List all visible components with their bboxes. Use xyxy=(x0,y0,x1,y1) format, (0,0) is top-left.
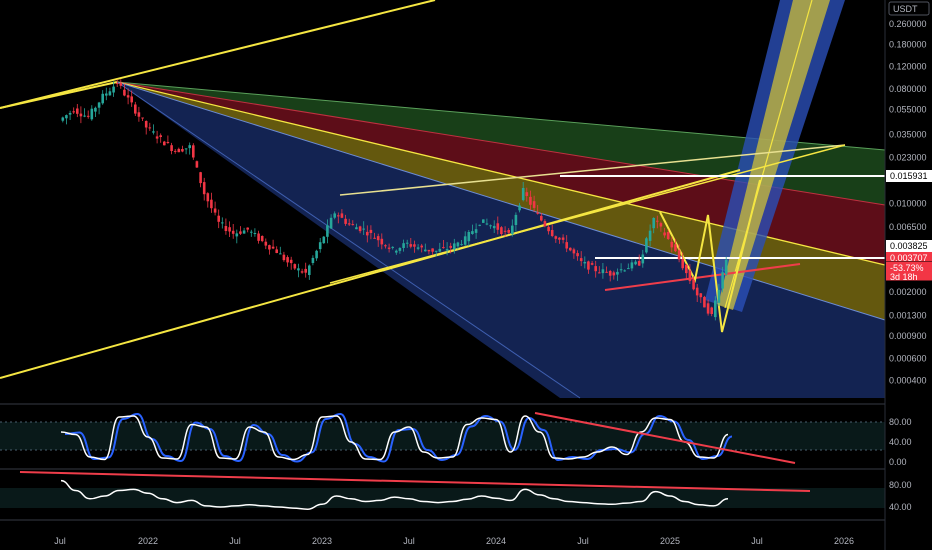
time-tick-6: Jul xyxy=(577,536,589,546)
currency-label: USDT xyxy=(893,4,918,14)
price-tag-0: 0.015931 xyxy=(890,171,928,181)
price-tick-10: 0.001300 xyxy=(889,311,927,321)
price-tick-2: 0.120000 xyxy=(889,62,927,72)
price-tick-1: 0.180000 xyxy=(889,39,927,49)
time-tick-3: 2023 xyxy=(312,536,332,546)
time-tick-1: 2022 xyxy=(138,536,158,546)
time-tick-8: Jul xyxy=(751,536,763,546)
oscillator-2-tick-1: 40.00 xyxy=(889,502,912,512)
price-tick-9: 0.002000 xyxy=(889,287,927,297)
candle-161 xyxy=(645,236,648,254)
oscillator-2-tick-0: 80.00 xyxy=(889,480,912,490)
price-tick-11: 0.000900 xyxy=(889,331,927,341)
time-tick-4: Jul xyxy=(403,536,415,546)
price-tick-12: 0.000600 xyxy=(889,353,927,363)
candle-36 xyxy=(192,143,195,160)
price-tick-7: 0.010000 xyxy=(889,198,927,208)
trading-chart[interactable]: USDT 0.260000 0.180000 0.120000 0.080000 0.0… xyxy=(0,0,932,550)
price-tick-0: 0.260000 xyxy=(889,19,927,29)
candle-177 xyxy=(703,295,706,308)
price-tick-3: 0.080000 xyxy=(889,84,927,94)
candle-72 xyxy=(322,236,326,244)
price-tick-6: 0.023000 xyxy=(889,153,927,163)
price-tag-1: 0.003825 xyxy=(890,241,928,251)
oscillator-1-band xyxy=(0,422,885,450)
time-tick-7: 2025 xyxy=(660,536,680,546)
time-tick-2: Jul xyxy=(229,536,241,546)
time-tick-5: 2024 xyxy=(486,536,506,546)
price-tick-8: 0.006500 xyxy=(889,222,927,232)
candle-37 xyxy=(195,160,199,168)
price-tick-5: 0.035000 xyxy=(889,130,927,140)
price-tag-4: 3d 18h xyxy=(890,272,918,282)
oscillator-1-tick-0: 80.00 xyxy=(889,417,912,427)
price-tick-13: 0.000400 xyxy=(889,376,927,386)
time-tick-9: 2026 xyxy=(834,536,854,546)
oscillator-2-band xyxy=(0,488,885,508)
price-tick-4: 0.055000 xyxy=(889,105,927,115)
oscillator-1-tick-1: 40.00 xyxy=(889,437,912,447)
time-tick-0: Jul xyxy=(54,536,66,546)
oscillator-1-tick-2: 0.00 xyxy=(889,457,907,467)
price-tag-2: 0.003707 xyxy=(890,253,928,263)
candle-116 xyxy=(482,219,485,223)
price-axis[interactable]: USDT 0.260000 0.180000 0.120000 0.080000 0.0… xyxy=(884,0,932,550)
